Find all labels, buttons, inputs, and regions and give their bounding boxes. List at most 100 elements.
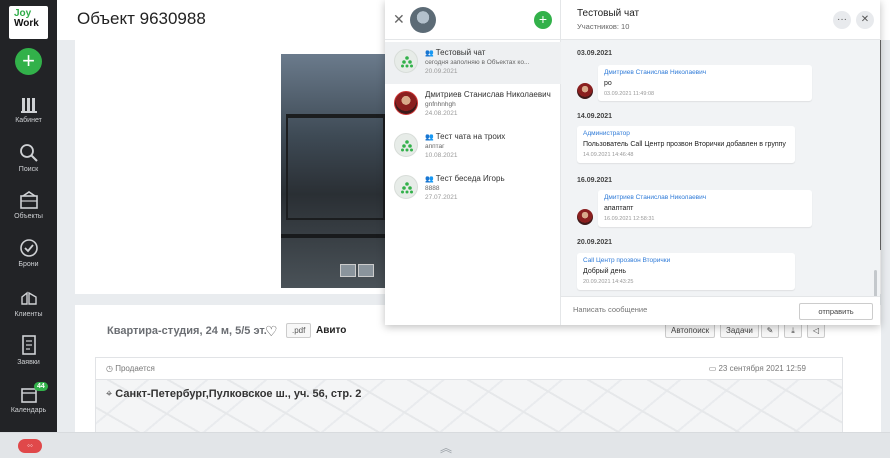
autosearch-button[interactable]: Автопоиск (665, 323, 716, 338)
message-bubble: Администратор Пользователь Call Центр пр… (577, 126, 795, 163)
chat-list-item[interactable]: 👥 Тест беседа Игорь 8888 27.07.2021 (385, 168, 561, 210)
message-author[interactable]: Дмитриев Станислав Николаевич (604, 194, 806, 201)
message-text: ро (604, 80, 612, 87)
requests-icon (21, 335, 36, 355)
message-author[interactable]: Call Центр прозвон Вторички (583, 257, 789, 264)
chat-date: 20.09.2021 (425, 68, 458, 75)
chat-list-item[interactable]: 👥 Тестовый чат сегодня заполняю в Объекта… (385, 42, 561, 84)
message-time: 14.09.2021 14:46:48 (583, 152, 634, 158)
chat-list-item[interactable]: 👥 Тест чата на троих апптаг 10.08.2021 (385, 126, 561, 168)
sidebar-item-bookings[interactable]: Брони (0, 238, 57, 268)
chat-panel: ✕ + 👥 Тестовый чат сегодня заполняю в Объ… (385, 0, 880, 325)
booking-icon (19, 239, 38, 257)
search-icon (19, 144, 38, 162)
objects-icon (19, 191, 38, 209)
avatar (394, 91, 418, 115)
sidebar: Joy Work + Кабинет Поиск Объекты Брони К… (0, 0, 57, 458)
message-text: Пользователь Call Центр прозвон Вторички… (583, 141, 786, 148)
joywork-logo[interactable]: Joy Work (9, 6, 48, 39)
address: ⌖ Санкт-Петербург,Пулковское ш., уч. 56,… (106, 388, 361, 401)
sidebar-item-label: Клиенты (14, 311, 43, 318)
avatar[interactable] (410, 7, 436, 33)
chat-list: ✕ + 👥 Тестовый чат сегодня заполняю в Объ… (385, 0, 561, 325)
status-text: Продается (115, 364, 155, 373)
megaphone-icon[interactable]: ◁ (807, 323, 825, 338)
listing-title: Квартира-студия, 24 м, 5/5 эт. (107, 325, 267, 337)
message-text: апаптапт (604, 205, 634, 212)
message-bubble: Call Центр прозвон Вторички Добрый день … (577, 253, 795, 290)
chat-date: 10.08.2021 (425, 152, 458, 159)
group-icon: 👥 (425, 50, 434, 57)
chat-preview: сегодня заполняю в Объектах ко... (425, 59, 530, 66)
message-text: Добрый день (583, 268, 626, 275)
new-chat-button[interactable]: + (534, 11, 552, 29)
message-time: 03.09.2021 11:49:08 (604, 91, 655, 97)
status-row: ◷ Продается ▭ 23 сентября 2021 12:59 (96, 358, 842, 380)
favorite-heart-icon[interactable]: ♡ (265, 323, 278, 340)
chat-scrollbar[interactable] (874, 270, 877, 296)
date-separator: 16.09.2021 (577, 177, 613, 184)
date-separator: 20.09.2021 (577, 239, 613, 246)
status-label: ◷ Продается (106, 364, 155, 373)
avatar (577, 83, 593, 99)
sidebar-item-calendar[interactable]: Календарь (0, 386, 57, 414)
date-separator: 14.09.2021 (577, 113, 613, 120)
photo-thumbnails[interactable] (340, 264, 380, 278)
sidebar-item-objects[interactable]: Объекты (0, 190, 57, 220)
date-separator: 03.09.2021 (577, 50, 613, 57)
message-bubble: Дмитриев Станислав Николаевич ро 03.09.2… (598, 65, 812, 101)
tasks-button[interactable]: Задачи (720, 323, 759, 338)
close-icon[interactable]: ✕ (856, 11, 874, 29)
group-icon: 👥 (425, 176, 434, 183)
thumbnail[interactable] (340, 264, 356, 277)
chat-header: Тестовый чат Участников: 10 ··· ✕ (561, 0, 880, 40)
calendar-count-badge: 44 (34, 382, 48, 391)
status-date-text: 23 сентября 2021 12:59 (718, 364, 806, 373)
sidebar-item-label: Заявки (17, 359, 40, 366)
chevron-up-icon[interactable]: ︽ (440, 439, 452, 456)
sidebar-item-label: Кабинет (15, 117, 42, 124)
cabinet-icon (20, 98, 37, 113)
sidebar-item-requests[interactable]: Заявки (0, 334, 57, 366)
sidebar-item-label: Поиск (18, 166, 39, 173)
group-avatar (394, 175, 418, 199)
edit-icon[interactable]: ✎ (761, 323, 779, 338)
message-author[interactable]: Дмитриев Станислав Николаевич (604, 69, 806, 76)
message-author[interactable]: Администратор (583, 130, 789, 137)
listing-details: ◷ Продается ▭ 23 сентября 2021 12:59 ⌖ С… (95, 357, 843, 441)
download-icon[interactable]: ⤓ (784, 323, 802, 338)
group-icon (401, 56, 413, 68)
page-title: Объект 9630988 (77, 9, 206, 28)
chat-title-text: Тест беседа Игорь (435, 174, 505, 183)
address-text: Санкт-Петербург,Пулковское ш., уч. 56, с… (115, 388, 362, 400)
sidebar-item-search[interactable]: Поиск (0, 143, 57, 173)
group-avatar (394, 49, 418, 73)
sidebar-item-label: Объекты (14, 213, 43, 220)
sidebar-item-cabinet[interactable]: Кабинет (0, 96, 57, 124)
status-date: ▭ 23 сентября 2021 12:59 (708, 364, 806, 373)
message-list: 03.09.2021 Дмитриев Станислав Николаевич… (561, 40, 880, 296)
chat-list-item[interactable]: Дмитриев Станислав Николаевич gnfnhnhgh … (385, 84, 561, 126)
message-input[interactable] (573, 305, 773, 314)
chat-preview: апптаг (425, 143, 445, 150)
pdf-button[interactable]: .pdf (286, 323, 312, 338)
more-options-icon[interactable]: ··· (833, 11, 851, 29)
property-photo[interactable] (281, 54, 386, 288)
send-button[interactable]: отправить (799, 303, 873, 320)
chat-header-title: Тестовый чат (577, 8, 640, 19)
avatar (577, 209, 593, 225)
chat-title-text: Тестовый чат (435, 48, 486, 57)
close-icon[interactable]: ✕ (393, 12, 405, 26)
thumbnail[interactable] (358, 264, 374, 277)
create-button[interactable]: + (15, 48, 42, 75)
group-icon (401, 182, 413, 194)
chat-date: 24.08.2021 (425, 110, 458, 117)
chat-title: 👥 Тест беседа Игорь (425, 174, 505, 183)
listing-info-card: Квартира-студия, 24 м, 5/5 эт. ♡ .pdf Ав… (75, 305, 881, 441)
indicator-pill[interactable]: ◦◦ (18, 439, 42, 453)
chat-title: Дмитриев Станислав Николаевич (425, 90, 551, 99)
message-composer: отправить (561, 296, 880, 325)
sidebar-item-clients[interactable]: Клиенты (0, 288, 57, 318)
message-time: 20.09.2021 14:43:25 (583, 279, 634, 285)
sidebar-item-label: Брони (18, 261, 39, 268)
